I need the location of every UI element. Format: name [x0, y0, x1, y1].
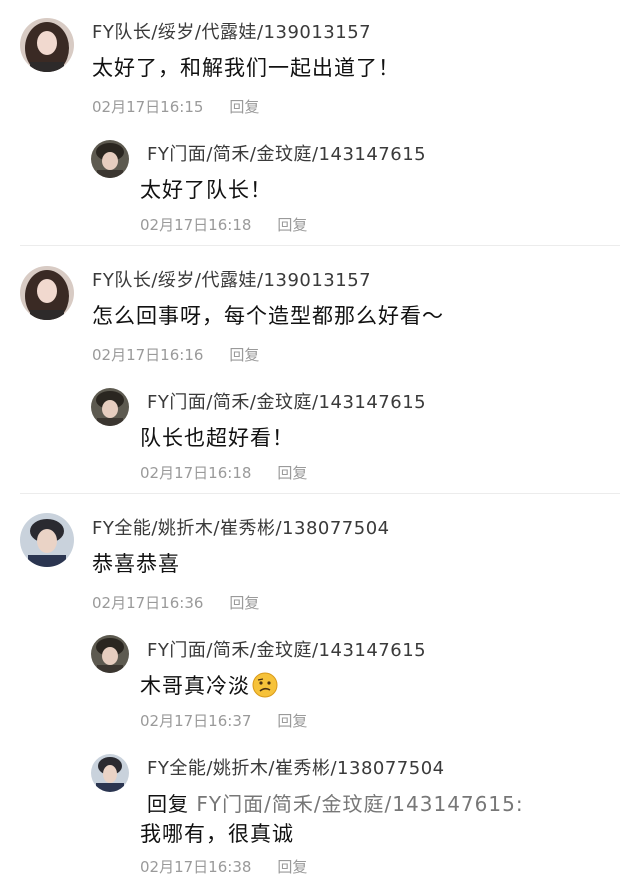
divider [20, 493, 620, 494]
avatar[interactable] [20, 513, 74, 567]
avatar[interactable] [20, 266, 74, 320]
confused-face-emoji-icon [252, 672, 278, 698]
comment-author[interactable]: FY全能/姚折木/崔秀彬/138077504 [92, 514, 390, 540]
comment-text-content: 木哥真冷淡 [140, 674, 250, 698]
comment-author[interactable]: FY门面/简禾/金玟庭/143147615 [147, 636, 426, 662]
avatar[interactable] [91, 388, 129, 426]
comment-time: 02月17日16:36 [92, 594, 204, 612]
reply-prefix: 回复 [147, 792, 189, 816]
comment-text: 怎么回事呀，每个造型都那么好看～ [92, 304, 444, 328]
reply-button[interactable]: 回复 [277, 712, 307, 730]
divider [20, 245, 620, 246]
comment-meta: 02月17日16:37 回复 [140, 710, 307, 731]
comment-author[interactable]: FY全能/姚折木/崔秀彬/138077504 [147, 754, 445, 780]
reply-button[interactable]: 回复 [229, 346, 259, 364]
reply-button[interactable]: 回复 [229, 98, 259, 116]
comment-time: 02月17日16:16 [92, 346, 204, 364]
reply-button[interactable]: 回复 [277, 464, 307, 482]
comment-text: 我哪有，很真诚 [140, 822, 294, 846]
comment-time: 02月17日16:38 [140, 858, 252, 876]
comment-meta: 02月17日16:38 回复 [140, 856, 307, 877]
comment-meta: 02月17日16:18 回复 [140, 462, 307, 483]
reply-button[interactable]: 回复 [277, 216, 307, 234]
comment-author[interactable]: FY门面/简禾/金玟庭/143147615 [147, 140, 426, 166]
comment-meta: 02月17日16:36 回复 [92, 592, 259, 613]
avatar[interactable] [91, 754, 129, 792]
comment-meta: 02月17日16:16 回复 [92, 344, 259, 365]
reply-button[interactable]: 回复 [277, 858, 307, 876]
comment-time: 02月17日16:18 [140, 216, 252, 234]
comment-meta: 02月17日16:18 回复 [140, 214, 307, 235]
comment-time: 02月17日16:15 [92, 98, 204, 116]
comment-author[interactable]: FY队长/绥岁/代露娃/139013157 [92, 18, 371, 44]
comment-meta: 02月17日16:15 回复 [92, 96, 259, 117]
comment-time: 02月17日16:37 [140, 712, 252, 730]
comment-text: 木哥真冷淡 [140, 670, 278, 700]
comment-text: 恭喜恭喜 [92, 552, 180, 576]
comment-text: 太好了队长！ [140, 178, 272, 202]
comment-text: 队长也超好看！ [140, 426, 294, 450]
comment-text: 太好了，和解我们一起出道了！ [92, 56, 400, 80]
avatar[interactable] [91, 140, 129, 178]
comment-author[interactable]: FY队长/绥岁/代露娃/139013157 [92, 266, 371, 292]
comment-reply-line: 回复 FY门面/简禾/金玟庭/143147615: [147, 788, 524, 817]
avatar[interactable] [20, 18, 74, 72]
reply-button[interactable]: 回复 [229, 594, 259, 612]
reply-to-author[interactable]: FY门面/简禾/金玟庭/143147615: [196, 792, 523, 816]
avatar[interactable] [91, 635, 129, 673]
comment-author[interactable]: FY门面/简禾/金玟庭/143147615 [147, 388, 426, 414]
comment-time: 02月17日16:18 [140, 464, 252, 482]
